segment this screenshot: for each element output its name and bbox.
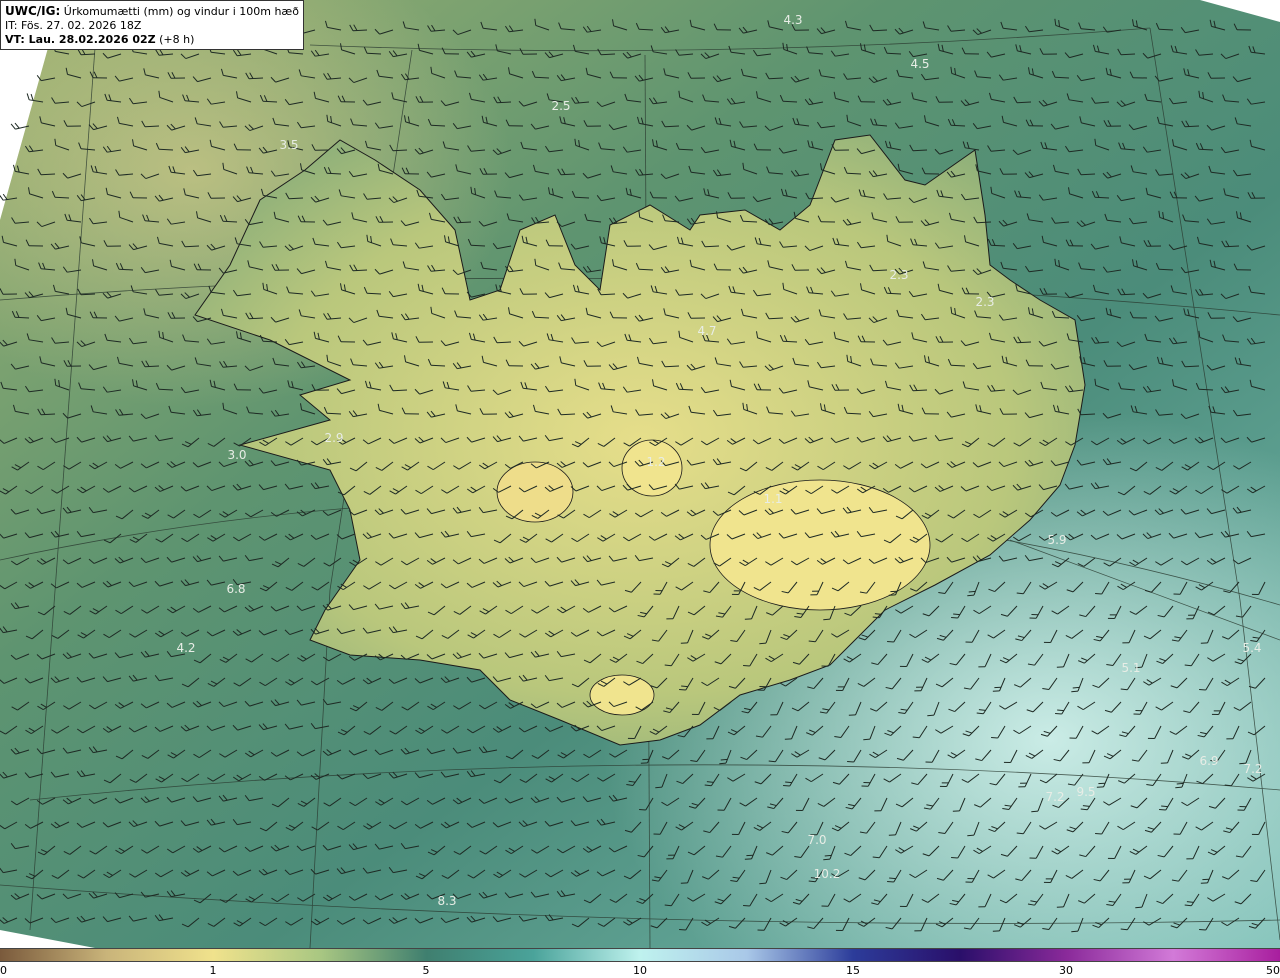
precip-value-label: 1.1 — [763, 492, 782, 506]
colorbar-tick-label: 30 — [1059, 964, 1073, 977]
glacier-langjokull — [496, 461, 574, 523]
colorbar-tick-label: 1 — [209, 964, 217, 977]
precip-value-label: 8.3 — [437, 894, 456, 908]
colorbar-ticks: 0 1 5 10 15 30 50 — [0, 962, 1280, 978]
precip-value-label: 4.7 — [697, 324, 716, 338]
field-description: Úrkomumætti (mm) og vindur i 100m hæð — [63, 5, 299, 18]
precip-value-label: 3.5 — [279, 138, 298, 152]
precip-value-label: 4.2 — [176, 641, 195, 655]
colorbar-tick-label: 50 — [1266, 964, 1280, 977]
precip-value-label: 5.1 — [1121, 661, 1140, 675]
map-title-box: UWC/IG: Úrkomumætti (mm) og vindur i 100… — [0, 0, 304, 50]
colorbar-tick-label: 0 — [0, 964, 7, 977]
precip-value-label: 10.2 — [814, 867, 841, 881]
precip-value-label: 1.2 — [646, 455, 665, 469]
precip-value-label: 7.2 — [1243, 762, 1262, 776]
init-time: IT: Fös. 27. 02. 2026 18Z — [5, 19, 142, 32]
colorbar-tick-label: 5 — [422, 964, 430, 977]
precip-value-label: 6.9 — [1199, 754, 1218, 768]
precip-value-label: 2.5 — [551, 99, 570, 113]
glacier-myrdalsjokull — [589, 674, 655, 716]
colorbar-tick-label: 10 — [633, 964, 647, 977]
precip-value-label: 2.9 — [324, 431, 343, 445]
precip-value-label: 5.4 — [1242, 641, 1261, 655]
model-name: UWC/IG: — [5, 4, 61, 18]
precip-value-label: 2.3 — [975, 295, 994, 309]
precip-value-label: 7.0 — [807, 833, 826, 847]
precip-value-label: 3.0 — [227, 448, 246, 462]
precip-value-label: 6.8 — [226, 582, 245, 596]
valid-time: VT: Lau. 28.02.2026 02Z — [5, 33, 156, 46]
precip-value-label: 9.5 — [1076, 785, 1095, 799]
precip-value-label: 4.3 — [783, 13, 802, 27]
precip-value-label: 7.2 — [1045, 790, 1064, 804]
precip-value-label: 2.3 — [889, 268, 908, 282]
colorbar — [0, 948, 1280, 962]
precip-value-label: 4.5 — [910, 57, 929, 71]
precip-value-label: 5.9 — [1047, 533, 1066, 547]
forecast-offset: (+8 h) — [159, 33, 195, 46]
colorbar-tick-label: 15 — [846, 964, 860, 977]
map-canvas: 4.3 4.5 2.5 3.5 2.3 2.3 4.7 2.9 3.0 1.2 1.1 5.9 6.8 4… — [0, 0, 1280, 948]
